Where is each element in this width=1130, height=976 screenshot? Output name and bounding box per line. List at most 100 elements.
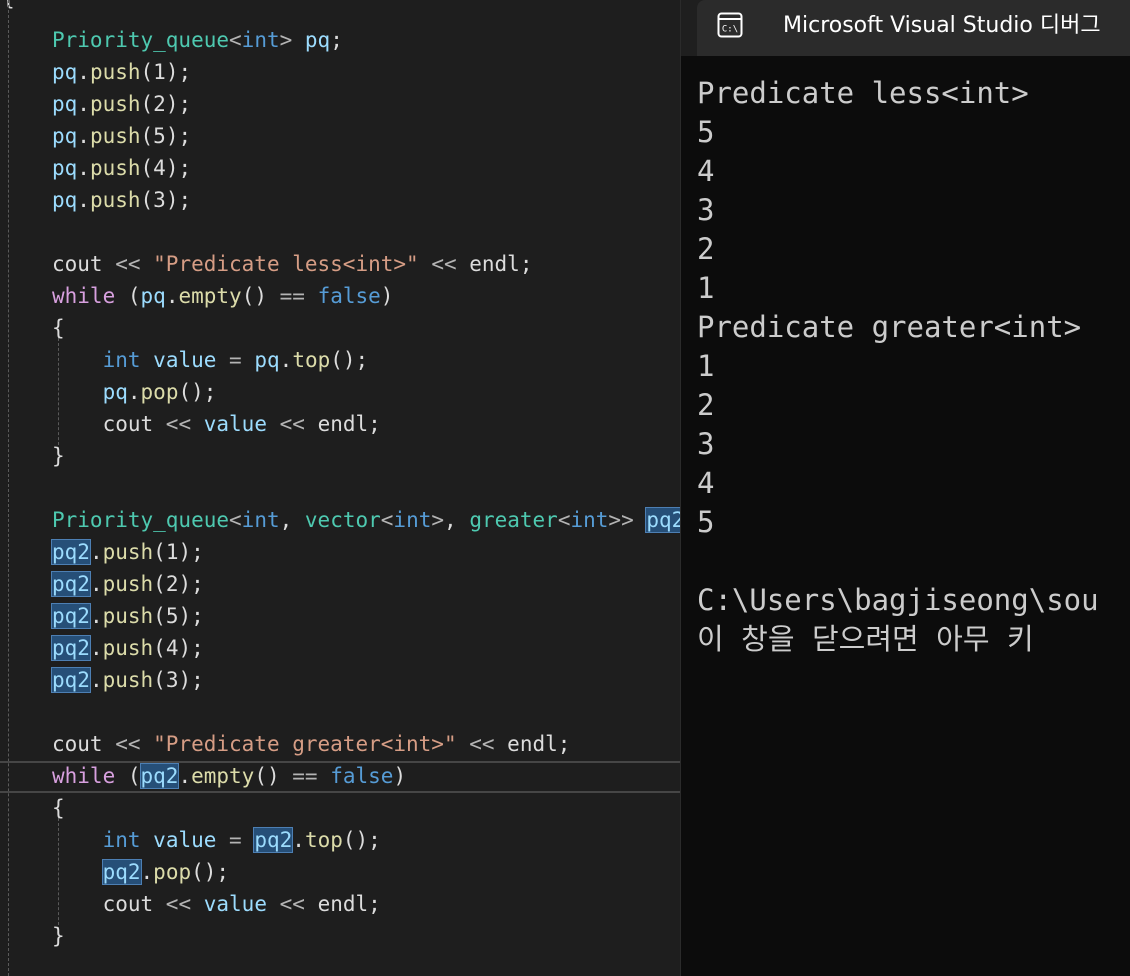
code-line[interactable]: }: [52, 440, 65, 472]
code-line[interactable]: pq2.push(1);: [51, 536, 204, 568]
code-token: ==: [292, 764, 318, 788]
code-token: endl;: [304, 892, 381, 916]
code-token: push: [89, 124, 141, 148]
code-line[interactable]: while (pq2.empty() == false): [52, 760, 406, 792]
code-line[interactable]: pq2.pop();: [52, 856, 229, 888]
code-token: >>: [608, 508, 634, 532]
code-line[interactable]: pq2.push(4);: [51, 632, 204, 664]
code-token: <<: [165, 892, 192, 916]
code-token: <<: [165, 412, 192, 436]
code-token: <: [557, 508, 571, 532]
code-token: (1);: [140, 60, 192, 84]
code-token: push: [102, 572, 154, 596]
code-token: vector: [304, 508, 381, 532]
code-token: "Predicate less<int>": [153, 252, 419, 276]
code-token: while: [52, 284, 116, 308]
code-line[interactable]: {: [52, 792, 65, 824]
code-token: <<: [456, 732, 508, 756]
code-token: <<: [115, 252, 154, 276]
code-token: .: [77, 188, 90, 212]
code-token: .: [127, 380, 141, 404]
code-line[interactable]: pq2.push(5);: [51, 600, 204, 632]
code-line[interactable]: cout << value << endl;: [52, 408, 381, 440]
code-line[interactable]: pq.push(2);: [52, 88, 191, 120]
code-token: int: [241, 28, 280, 52]
code-line[interactable]: pq.push(1);: [52, 56, 191, 88]
code-token: (2);: [153, 572, 204, 596]
console-output-line: 3: [697, 193, 715, 227]
console-output-line: 5: [697, 115, 715, 149]
code-token: ();: [330, 348, 369, 372]
code-token: pq: [304, 28, 331, 52]
code-line[interactable]: }: [52, 920, 65, 952]
code-token: (5);: [140, 124, 192, 148]
code-token: false: [330, 764, 394, 788]
code-token: <: [229, 508, 242, 532]
code-token: .: [292, 828, 305, 852]
debug-console-window[interactable]: C:\ Microsoft Visual Studio 디버그 ✕ Predic…: [680, 0, 1130, 976]
code-token: int: [570, 508, 609, 532]
code-line[interactable]: while (pq.empty() == false): [52, 280, 393, 312]
code-token: (5);: [153, 604, 204, 628]
code-line[interactable]: cout << value << endl;: [52, 888, 381, 920]
code-line[interactable]: int value = pq.top();: [52, 344, 369, 376]
code-token: ,: [279, 508, 305, 532]
console-output-line: Predicate less<int>: [697, 76, 1029, 110]
code-token: value: [153, 828, 217, 852]
code-token: {: [52, 316, 65, 340]
code-token: endl;: [469, 252, 533, 276]
code-token: (2);: [140, 92, 192, 116]
highlighted-identifier: pq2: [51, 603, 91, 629]
code-token: .: [89, 668, 103, 692]
console-tab[interactable]: C:\ Microsoft Visual Studio 디버그 ✕: [697, 0, 1130, 56]
console-output-line: 5: [697, 505, 715, 539]
code-line[interactable]: pq2.push(3);: [51, 664, 204, 696]
code-editor[interactable]: { Priority_queue<int> pq;pq.push(1);pq.p…: [0, 0, 680, 976]
code-token: {: [52, 796, 65, 820]
indent-guide: [8, 0, 9, 976]
code-token: push: [102, 636, 154, 660]
console-output-line: 2: [697, 232, 715, 266]
highlighted-identifier: pq2: [51, 539, 91, 565]
code-line[interactable]: cout << "Predicate greater<int>" << endl…: [52, 728, 570, 760]
code-line[interactable]: pq.push(3);: [52, 184, 191, 216]
code-token: while: [52, 764, 116, 788]
code-token: (1);: [153, 540, 204, 564]
code-line[interactable]: cout << "Predicate less<int>" << endl;: [52, 248, 532, 280]
code-token: pop: [153, 860, 192, 884]
code-token: <<: [418, 252, 470, 276]
highlighted-identifier: pq2: [139, 763, 180, 789]
code-token: greater: [469, 508, 558, 532]
code-token: >: [431, 508, 445, 532]
code-line[interactable]: pq.push(4);: [52, 152, 191, 184]
code-line[interactable]: pq.pop();: [52, 376, 217, 408]
code-line[interactable]: Priority_queue<int> pq;: [52, 24, 343, 56]
code-token: (): [254, 764, 293, 788]
code-line[interactable]: pq2.push(2);: [51, 568, 204, 600]
code-line[interactable]: pq.push(5);: [52, 120, 191, 152]
highlighted-identifier: pq2: [51, 667, 91, 693]
code-token: =: [229, 828, 242, 852]
window-title: Microsoft Visual Studio 디버그: [783, 13, 1101, 38]
code-token: top: [304, 828, 343, 852]
code-line[interactable]: Priority_queue<int, vector<int>, greater…: [52, 504, 680, 536]
code-token: (: [115, 764, 141, 788]
code-token: <: [229, 28, 242, 52]
code-token: "Predicate greater<int>": [153, 732, 457, 756]
code-token: (4);: [140, 156, 192, 180]
code-token: .: [77, 124, 90, 148]
code-token: (3);: [140, 188, 192, 212]
console-output-line: 4: [697, 466, 715, 500]
code-token: int: [102, 348, 141, 372]
code-line[interactable]: {: [52, 312, 65, 344]
code-line[interactable]: int value = pq2.top();: [52, 824, 381, 856]
